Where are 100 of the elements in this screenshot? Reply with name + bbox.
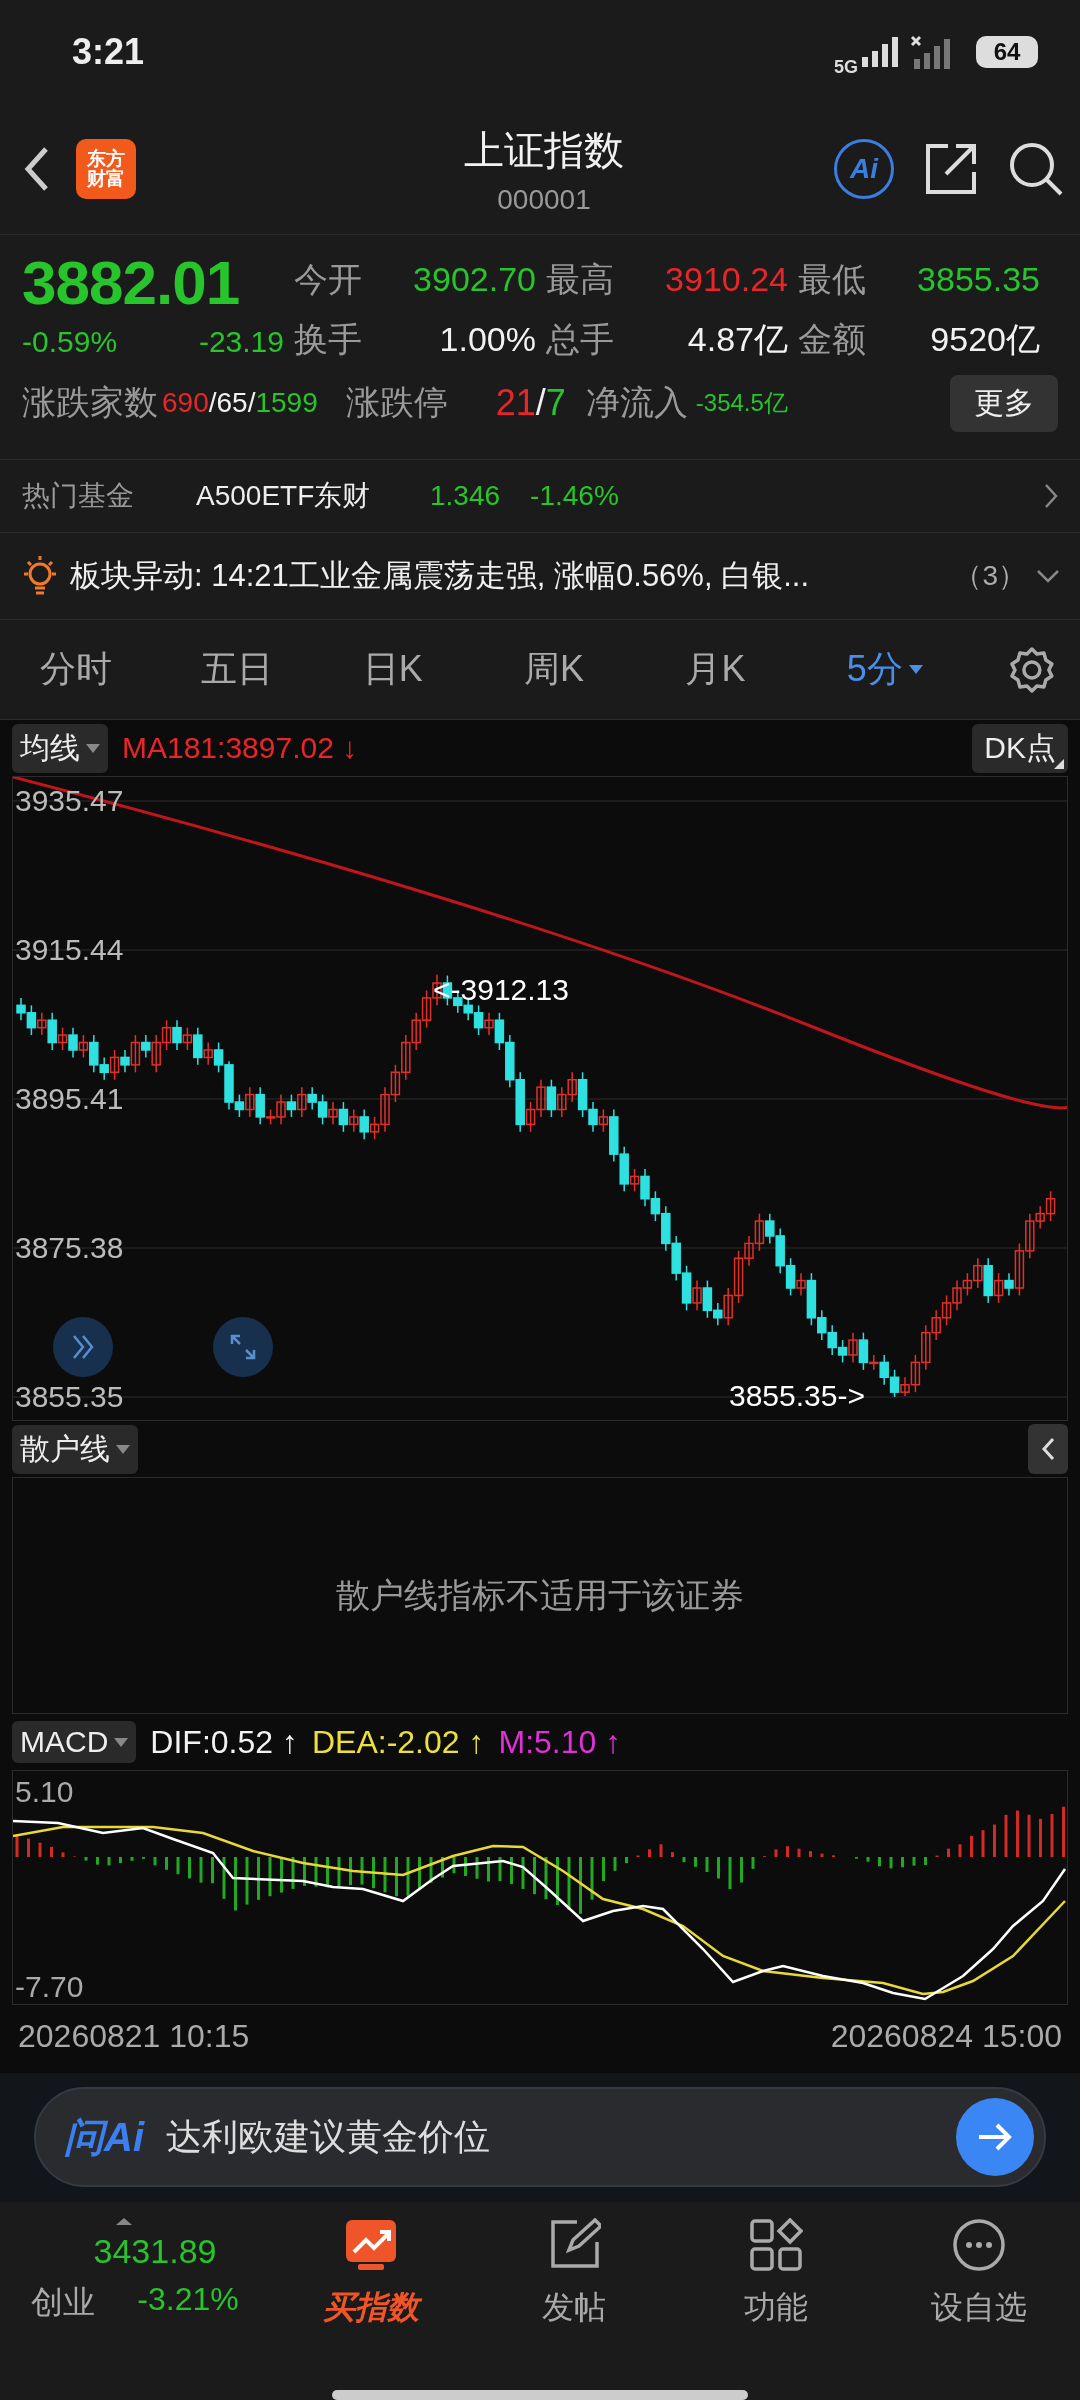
- limits-label: 涨跌停: [345, 382, 448, 423]
- period-tab[interactable]: 五日: [201, 645, 363, 695]
- candlestick: [328, 1101, 338, 1126]
- candlestick: [848, 1332, 858, 1364]
- period-tab[interactable]: 周K: [524, 645, 686, 695]
- candlestick: [692, 1280, 702, 1312]
- period-tab[interactable]: 日K: [362, 645, 525, 695]
- stat-value: 3910.24: [664, 260, 789, 299]
- stat-label: 金额: [798, 318, 867, 360]
- battery-level: 64: [993, 38, 1021, 67]
- sector-alert-text[interactable]: 板块异动: 14:21工业金属震荡走强, 涨幅0.56%, 白银...: [70, 554, 945, 597]
- dea-value: DEA:-2.02 ↑: [311, 1724, 485, 1761]
- price-axis-label: 3935.47: [15, 784, 124, 819]
- m-value: M:5.10 ↑: [498, 1724, 622, 1761]
- more-button[interactable]: 更多: [950, 374, 1058, 432]
- candlestick: [484, 1012, 494, 1037]
- hot-fund-row[interactable]: 热门基金 A500ETF东财 1.346 -1.46%: [0, 459, 1080, 533]
- candlestick: [47, 1012, 57, 1052]
- candlestick: [338, 1101, 349, 1134]
- arrow-right-icon: [977, 2122, 1013, 2153]
- not-applicable-message: 散户线指标不适用于该证券: [336, 1575, 744, 1616]
- price-axis-label: 3875.38: [15, 1231, 124, 1266]
- index-value: 3431.89: [93, 2232, 217, 2272]
- index-ticker[interactable]: 3431.89 创业 -3.21%: [0, 2218, 270, 2326]
- indicator-dropdown[interactable]: MACD: [12, 1721, 137, 1764]
- chevron-left-icon: [1041, 1437, 1055, 1462]
- ai-button[interactable]: Ai: [834, 139, 894, 200]
- share-icon[interactable]: [924, 142, 978, 197]
- macd-axis-label: 5.10: [15, 1775, 74, 1810]
- fund-price: 1.346: [430, 479, 501, 512]
- candlestick: [141, 1034, 151, 1059]
- limits-counts: 21/7: [495, 382, 566, 424]
- price-axis-label: 3855.35: [15, 1380, 124, 1415]
- stat-value: 3855.35: [916, 260, 1041, 299]
- inflow-label: 净流入: [585, 382, 688, 423]
- stat-label: 换手: [294, 318, 363, 360]
- period-tab[interactable]: 分时: [40, 645, 202, 695]
- indicator-dropdown[interactable]: 均线: [12, 724, 108, 773]
- breadth-label: 涨跌家数: [22, 382, 158, 423]
- search-icon[interactable]: [1008, 141, 1064, 198]
- candlestick: [286, 1094, 297, 1119]
- stock-code: 000001: [497, 183, 591, 216]
- settings-icon[interactable]: [1008, 645, 1056, 694]
- current-price: 3882.01: [22, 246, 241, 319]
- ai-brand-label: 问Ai: [64, 2113, 144, 2161]
- candlestick: [629, 1168, 640, 1193]
- trend-chart-icon: [344, 2218, 399, 2273]
- stat-label: 最高: [546, 258, 615, 300]
- ask-ai-bar[interactable]: 问Ai 达利欧建议黄金价位: [34, 2087, 1046, 2188]
- candlestick: [858, 1332, 869, 1372]
- app-logo: 东方 财富: [76, 139, 136, 200]
- period-tab[interactable]: 月K: [685, 645, 847, 695]
- dk-points-button[interactable]: DK点: [972, 724, 1068, 773]
- low-marker: 3855.35->: [729, 1379, 865, 1414]
- candlestick: [78, 1034, 89, 1059]
- nav-item[interactable]: 买指数: [270, 2218, 473, 2331]
- back-icon[interactable]: [24, 146, 50, 193]
- candlestick: [297, 1086, 307, 1119]
- caret-icon: [114, 1738, 129, 1747]
- nav-item[interactable]: 功能: [675, 2218, 878, 2331]
- side-panel-button[interactable]: [1028, 1424, 1068, 1475]
- nav-item[interactable]: 设自选: [877, 2218, 1080, 2331]
- network-type: 5G: [834, 56, 858, 78]
- candlestick: [1004, 1272, 1014, 1297]
- nav-item[interactable]: 发帖: [472, 2218, 675, 2331]
- caret-icon: [908, 665, 923, 675]
- candlestick: [598, 1109, 609, 1134]
- macd-axis-label: -7.70: [15, 1970, 84, 2005]
- stat-value: 4.87亿: [686, 318, 789, 360]
- apps-icon: [749, 2218, 804, 2273]
- candlestick: [172, 1019, 182, 1052]
- indicator-dropdown[interactable]: 散户线: [12, 1425, 138, 1474]
- price-axis-label: 3895.41: [15, 1082, 124, 1117]
- index-name: 创业: [31, 2283, 96, 2323]
- stock-name: 上证指数: [464, 126, 624, 174]
- caret-icon: [86, 744, 100, 753]
- start-time-label: 20260821 10:15: [18, 2018, 250, 2055]
- corner-icon: [1054, 759, 1064, 769]
- candlestick: [203, 1042, 213, 1067]
- candlestick: [193, 1027, 203, 1067]
- period-tab[interactable]: 5分: [846, 645, 1009, 695]
- index-change: -3.21%: [137, 2281, 239, 2320]
- fund-name: A500ETF东财: [196, 478, 372, 513]
- caret-icon: [116, 1445, 130, 1454]
- stat-value: 3902.70: [412, 260, 537, 299]
- suggested-question: 达利欧建议黄金价位: [166, 2114, 491, 2159]
- ma-value: MA181:3897.02 ↓: [122, 731, 358, 766]
- candlestick: [993, 1272, 1004, 1305]
- caret-icon: [116, 2218, 132, 2226]
- candlestick: [57, 1027, 68, 1052]
- send-button[interactable]: [956, 2098, 1034, 2177]
- fund-label: 热门基金: [22, 478, 135, 513]
- stat-label: 今开: [294, 258, 363, 300]
- breadth-counts: 690/65/1599: [162, 387, 318, 419]
- chevron-down-icon[interactable]: [1036, 568, 1060, 583]
- stat-value: 9520亿: [929, 318, 1041, 360]
- expand-icon: [230, 1334, 256, 1361]
- more-icon: [951, 2218, 1006, 2273]
- stat-value: 1.00%: [438, 320, 537, 359]
- candlestick: [130, 1034, 141, 1074]
